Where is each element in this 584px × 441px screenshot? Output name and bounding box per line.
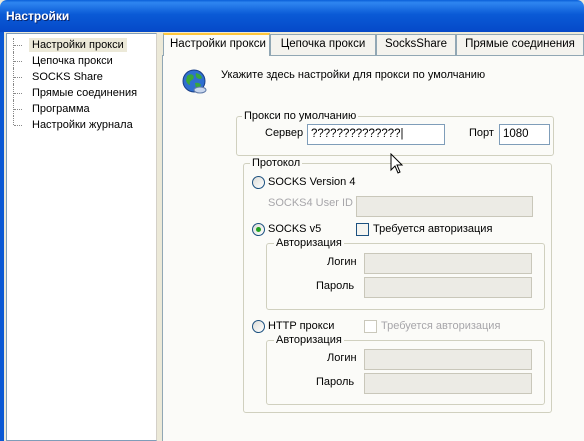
http-password-label: Пароль <box>316 376 355 388</box>
socks4-radio[interactable] <box>252 176 265 189</box>
tree-item-label: Настройки журнала <box>32 119 133 131</box>
socks5-password-input[interactable] <box>364 277 532 298</box>
tree-branch-line <box>13 52 14 68</box>
tree-item-socks-share[interactable]: SOCKS Share <box>7 68 147 84</box>
settings-tree[interactable]: Настройки прокси Цепочка прокси SOCKS Sh… <box>6 33 157 441</box>
http-label[interactable]: HTTP прокси <box>268 320 334 333</box>
http-auth-legend: Авторизация <box>274 334 344 347</box>
window-title: Настройки <box>6 9 70 23</box>
proxy-hint-text: Укажите здесь настройки для прокси по ум… <box>221 69 486 81</box>
globe-network-icon <box>182 69 207 94</box>
tree-item-label: Настройки прокси <box>29 38 127 52</box>
tree-branch-connector <box>14 61 22 62</box>
radio-selected-dot <box>256 227 261 232</box>
port-input[interactable]: 1080 <box>499 124 550 145</box>
tree-item-direct-connections[interactable]: Прямые соединения <box>7 84 147 100</box>
port-label: Порт <box>469 127 494 139</box>
tree-branch-connector <box>14 45 22 46</box>
tab-direct-connections[interactable]: Прямые соединения <box>456 34 584 55</box>
socks5-label[interactable]: SOCKS v5 <box>268 223 321 236</box>
tab-proxy-chain[interactable]: Цепочка прокси <box>270 34 376 55</box>
tree-branch-line <box>13 116 14 125</box>
tree-item-label: SOCKS Share <box>32 71 103 83</box>
tree-item-log-settings[interactable]: Настройки журнала <box>7 116 147 132</box>
socks5-auth-legend: Авторизация <box>274 237 344 250</box>
socks5-auth-required-label[interactable]: Требуется авторизация <box>373 223 492 236</box>
tree-branch-connector <box>14 93 22 94</box>
socks4-user-id-label: SOCKS4 User ID <box>268 197 353 209</box>
mouse-pointer-icon <box>390 153 404 174</box>
default-proxy-legend: Прокси по умолчанию <box>242 110 359 123</box>
tree-branch-connector <box>14 109 22 110</box>
tree-item-proxy-chain[interactable]: Цепочка прокси <box>7 52 147 68</box>
http-login-label: Логин <box>327 352 357 364</box>
tree-branch-connector <box>14 125 22 126</box>
tab-socks-share[interactable]: SocksShare <box>376 34 456 55</box>
tree-item-program[interactable]: Программа <box>7 100 147 116</box>
socks5-password-label: Пароль <box>316 280 355 292</box>
server-input[interactable]: ??????????????| <box>307 124 445 145</box>
tab-proxy-settings[interactable]: Настройки прокси <box>163 33 270 56</box>
http-auth-required-checkbox[interactable] <box>364 320 377 333</box>
http-login-input[interactable] <box>364 349 532 370</box>
protocol-legend: Протокол <box>250 157 303 170</box>
socks5-login-input[interactable] <box>364 253 532 274</box>
tree-item-label: Прямые соединения <box>32 87 138 99</box>
http-password-input[interactable] <box>364 373 532 394</box>
tree-item-label: Программа <box>32 103 90 115</box>
socks5-radio[interactable] <box>252 223 265 236</box>
http-radio[interactable] <box>252 320 265 333</box>
socks5-auth-required-checkbox[interactable] <box>356 223 369 236</box>
tree-item-label: Цепочка прокси <box>32 55 113 67</box>
tree-branch-line <box>13 100 14 116</box>
tree-branch-line <box>13 84 14 100</box>
server-label: Сервер <box>265 127 304 139</box>
http-auth-required-label[interactable]: Требуется авторизация <box>381 320 500 333</box>
socks5-login-label: Логин <box>327 256 357 268</box>
title-bar[interactable]: Настройки <box>0 0 584 32</box>
tree-branch-line <box>13 68 14 84</box>
tree-branch-connector <box>14 77 22 78</box>
tree-item-proxy-settings[interactable]: Настройки прокси <box>7 38 147 52</box>
socks4-user-id-input[interactable] <box>356 196 533 217</box>
socks4-label[interactable]: SOCKS Version 4 <box>268 176 355 189</box>
